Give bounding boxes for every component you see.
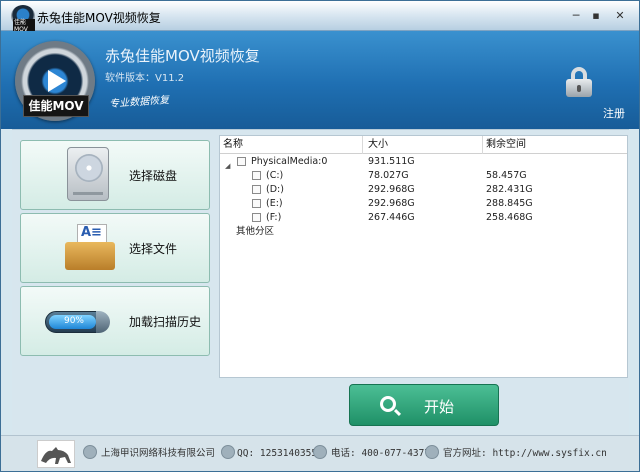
select-disk-button[interactable]: 选择磁盘 bbox=[20, 140, 210, 210]
maximize-button[interactable]: ▪ bbox=[587, 7, 605, 25]
checkbox[interactable] bbox=[252, 213, 261, 222]
lock-icon[interactable] bbox=[566, 67, 592, 97]
globe-icon bbox=[425, 445, 439, 459]
version-label: 软件版本：V11.2 bbox=[105, 73, 185, 84]
search-icon bbox=[380, 396, 396, 412]
start-button[interactable]: 开始 bbox=[349, 384, 499, 426]
load-scan-history-button[interactable]: 90% 加载扫描历史 bbox=[20, 286, 210, 356]
folder-icon: A≡ bbox=[65, 224, 115, 272]
column-size[interactable]: 大小 bbox=[368, 136, 483, 154]
close-button[interactable]: ✕ bbox=[611, 7, 629, 25]
checkbox[interactable] bbox=[252, 199, 261, 208]
logo-tag: 佳能MOV bbox=[23, 95, 89, 117]
register-link[interactable]: 注册 bbox=[603, 105, 625, 121]
company-name: 上海甲识网络科技有限公司 bbox=[101, 448, 216, 459]
table-row[interactable]: (E:) 292.968G 288.845G bbox=[220, 197, 627, 211]
qq-number[interactable]: QQ: 1253140355 bbox=[237, 445, 317, 463]
app-name: 赤兔佳能MOV视频恢复 bbox=[105, 47, 260, 65]
column-name[interactable]: 名称 bbox=[223, 136, 363, 154]
window-title: 赤兔佳能MOV视频恢复 bbox=[37, 11, 161, 25]
table-row[interactable]: (C:) 78.027G 58.457G bbox=[220, 169, 627, 183]
phone-number[interactable]: 电话: 400-077-4377 bbox=[331, 445, 430, 463]
minimize-button[interactable]: ─ bbox=[567, 7, 585, 25]
disk-table: 名称 大小 剩余空间 ◢ PhysicalMedia:0 931.511G (C… bbox=[219, 135, 628, 378]
progress-icon: 90% bbox=[45, 311, 110, 333]
column-free[interactable]: 剩余空间 bbox=[486, 136, 626, 154]
table-row[interactable]: (F:) 267.446G 258.468G bbox=[220, 211, 627, 225]
website-link[interactable]: 官方网址: http://www.sysfix.cn bbox=[443, 445, 607, 463]
title-bar: 佳能MOV 赤兔佳能MOV视频恢复 ─ ▪ ✕ bbox=[1, 1, 639, 33]
slogan: 专业数据恢复 bbox=[108, 94, 170, 111]
footer-bar: 上海甲识网络科技有限公司 QQ: 1253140355 电话: 400-077-… bbox=[1, 435, 639, 471]
table-row[interactable]: ◢ PhysicalMedia:0 931.511G bbox=[220, 155, 627, 170]
checkbox[interactable] bbox=[252, 171, 261, 180]
table-header: 名称 大小 剩余空间 bbox=[220, 136, 627, 154]
main-area: 选择磁盘 A≡ 选择文件 90% 加载扫描历史 名称 大小 剩余空间 ◢ Phy… bbox=[12, 129, 629, 435]
hard-disk-icon bbox=[67, 147, 109, 201]
app-window: 佳能MOV 赤兔佳能MOV视频恢复 ─ ▪ ✕ 赤兔佳能MOV视频恢复 软件版本… bbox=[0, 0, 640, 472]
app-logo-icon: 佳能MOV bbox=[11, 5, 35, 33]
table-row[interactable]: (D:) 292.968G 282.431G bbox=[220, 183, 627, 197]
table-row[interactable]: 其他分区 bbox=[220, 225, 627, 239]
select-file-button[interactable]: A≡ 选择文件 bbox=[20, 213, 210, 283]
left-menu: 选择磁盘 A≡ 选择文件 90% 加载扫描历史 bbox=[20, 140, 210, 360]
phone-icon bbox=[313, 445, 327, 459]
checkbox[interactable] bbox=[237, 157, 246, 166]
horse-logo-icon bbox=[37, 440, 75, 468]
header-banner: 赤兔佳能MOV视频恢复 软件版本：V11.2 专业数据恢复 注册 bbox=[1, 31, 639, 129]
company-icon bbox=[83, 445, 97, 459]
checkbox[interactable] bbox=[252, 185, 261, 194]
qq-icon bbox=[221, 445, 235, 459]
